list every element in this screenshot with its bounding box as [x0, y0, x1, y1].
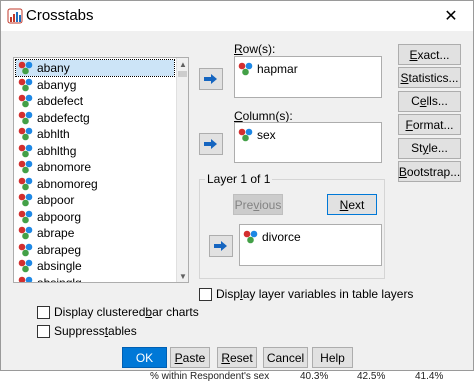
background-row-value-1: 40.3% — [300, 371, 329, 382]
style-button[interactable]: St y le... — [398, 137, 461, 159]
nominal-variable-icon — [18, 94, 33, 108]
variable-name: abhlth — [37, 127, 70, 141]
variable-list-item[interactable]: abnomore — [16, 159, 174, 175]
statistics-button[interactable]: Statistics... — [398, 67, 461, 89]
variable-name: abpoor — [37, 193, 75, 207]
nominal-variable-icon — [18, 61, 33, 75]
source-variable-list[interactable]: ▲ ▼ abany abanyg abdefect abdefectg abhlth ab… — [13, 57, 189, 283]
columns-variable-name: sex — [257, 128, 276, 142]
layer-list[interactable]: divorce — [239, 224, 382, 266]
reset-button[interactable]: Reset — [217, 347, 257, 368]
arrow-right-icon — [204, 74, 217, 84]
variable-list-item[interactable]: abhlth — [16, 126, 174, 142]
paste-button[interactable]: Paste — [170, 347, 210, 368]
variable-list-item[interactable]: absinglg — [16, 275, 174, 283]
variable-name: abhlthg — [37, 143, 77, 158]
clustered-bar-charts-checkbox[interactable] — [37, 305, 50, 319]
close-icon: ✕ — [444, 8, 458, 25]
background-row-value-3: 41.4% — [415, 371, 444, 382]
variable-list-item[interactable]: abanyg — [16, 77, 174, 93]
variable-list-item[interactable]: abdefect — [16, 93, 174, 109]
nominal-variable-icon — [238, 128, 253, 142]
bootstrap-button[interactable]: Bootstrap... — [398, 161, 461, 182]
window-title: Crosstabs — [26, 7, 94, 24]
variable-name: abrapeg — [37, 242, 82, 257]
suppress-tables-checkbox[interactable] — [37, 324, 50, 338]
move-to-columns-button[interactable] — [199, 133, 223, 155]
next-layer-button[interactable]: Next — [327, 194, 377, 215]
background-row-value-2: 42.5% — [357, 371, 386, 382]
nominal-variable-icon — [18, 127, 33, 141]
crosstabs-dialog: Crosstabs ✕ ▲ ▼ abany abanyg abdefect abdef… — [0, 0, 474, 371]
close-button[interactable]: ✕ — [429, 1, 473, 31]
variable-list-item[interactable]: abnomoreg — [16, 176, 174, 192]
scroll-down-icon[interactable]: ▼ — [177, 270, 188, 282]
columns-label: Column(s): — [234, 109, 293, 123]
scrollbar-thumb[interactable] — [178, 71, 187, 77]
layer-title: Layer 1 of 1 — [205, 172, 273, 186]
variable-name: abanyg — [37, 77, 77, 92]
nominal-variable-icon — [18, 160, 33, 174]
variable-name: abany — [37, 61, 70, 75]
nominal-variable-icon — [18, 210, 33, 223]
variable-name: abdefectg — [37, 110, 90, 125]
previous-layer-button[interactable]: Pre v ious — [233, 194, 283, 215]
nominal-variable-icon — [18, 243, 33, 256]
variable-list-item[interactable]: abany — [15, 59, 175, 77]
variable-name: absingle — [37, 259, 82, 273]
nominal-variable-icon — [243, 230, 258, 244]
variable-list-scrollbar[interactable]: ▲ ▼ — [176, 58, 188, 282]
columns-item[interactable]: sex — [238, 127, 276, 143]
rows-list[interactable]: hapmar — [234, 56, 382, 98]
display-layer-variables-option[interactable]: Disp l ay layer variables in table layers — [199, 287, 413, 301]
clustered-bar-charts-option[interactable]: Display clustered b ar charts — [37, 305, 199, 319]
exact-button[interactable]: Exact... — [398, 44, 461, 65]
background-table-row: % within Respondent's sex 40.3% 42.5% 41… — [0, 370, 474, 382]
nominal-variable-icon — [18, 177, 33, 190]
nominal-variable-icon — [18, 226, 33, 240]
layer-item[interactable]: divorce — [243, 229, 301, 245]
variable-name: abpoorg — [37, 209, 82, 224]
nominal-variable-icon — [18, 193, 33, 207]
nominal-variable-icon — [18, 276, 33, 282]
suppress-tables-option[interactable]: Suppress t ables — [37, 324, 137, 338]
nominal-variable-icon — [18, 111, 33, 124]
rows-variable-name: hapmar — [257, 62, 298, 76]
variable-list-item[interactable]: abdefectg — [16, 110, 174, 126]
move-to-rows-button[interactable] — [199, 68, 223, 90]
nominal-variable-icon — [18, 259, 33, 273]
columns-list[interactable]: sex — [234, 122, 382, 163]
variable-name: abnomoreg — [37, 176, 98, 191]
variable-name: abnomore — [37, 160, 92, 174]
spss-app-icon — [7, 8, 23, 24]
nominal-variable-icon — [238, 62, 253, 76]
rows-label: Row(s): — [234, 42, 276, 56]
variable-list-item[interactable]: abhlthg — [16, 143, 174, 159]
display-layer-variables-checkbox[interactable] — [199, 287, 212, 301]
arrow-right-icon — [204, 139, 217, 149]
layer-variable-name: divorce — [262, 230, 301, 244]
variable-list-item[interactable]: abpoorg — [16, 209, 174, 225]
ok-button[interactable]: OK — [122, 347, 167, 368]
cells-button[interactable]: Ce lls... — [398, 90, 461, 112]
variable-list-item[interactable]: abrape — [16, 225, 174, 241]
variable-name: abrape — [37, 226, 75, 240]
rows-item[interactable]: hapmar — [238, 61, 298, 77]
cancel-button[interactable]: Cancel — [263, 347, 308, 368]
variable-list-item[interactable]: abpoor — [16, 192, 174, 208]
nominal-variable-icon — [18, 144, 33, 157]
background-row-label: % within Respondent's sex — [150, 371, 270, 382]
variable-name: absinglg — [37, 275, 82, 283]
variable-list-item[interactable]: abrapeg — [16, 242, 174, 258]
variable-name: abdefect — [37, 94, 84, 108]
nominal-variable-icon — [18, 78, 33, 91]
title-bar: Crosstabs ✕ — [1, 1, 473, 31]
help-button[interactable]: Help — [312, 347, 353, 368]
format-button[interactable]: Format... — [398, 114, 461, 136]
scroll-up-icon[interactable]: ▲ — [177, 58, 188, 70]
variable-list-item[interactable]: absingle — [16, 258, 174, 274]
